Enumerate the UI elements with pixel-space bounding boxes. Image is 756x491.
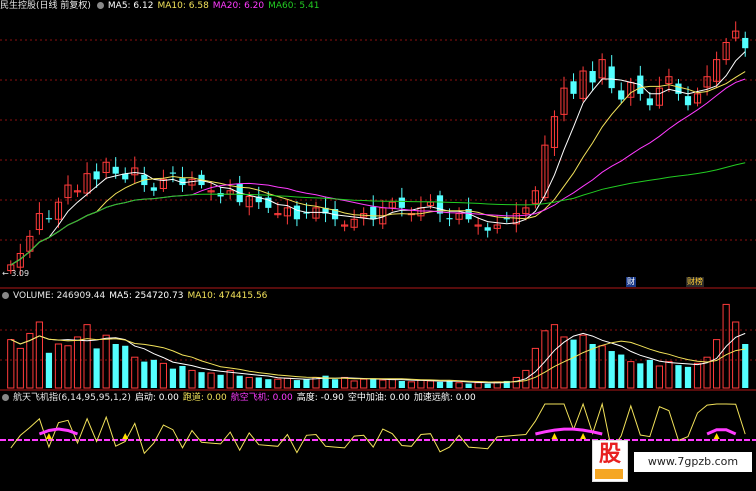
volume-bar xyxy=(370,378,377,388)
candle-body xyxy=(608,66,615,89)
candle-body xyxy=(169,172,177,174)
volume-bar xyxy=(150,359,157,388)
candle-body xyxy=(293,205,301,220)
volume-ma10-value: MA10: 474415.56 xyxy=(187,291,268,301)
watermark-url: www.7gpzb.com xyxy=(634,452,752,472)
volume-bar xyxy=(446,380,453,388)
candle-body xyxy=(589,71,596,83)
candle-body xyxy=(503,218,510,220)
volume-ma5-value: MA5: 254720.73 xyxy=(109,291,184,301)
event-tag-finance[interactable]: 财 xyxy=(626,277,636,287)
volume-bar xyxy=(646,359,653,388)
candle-body xyxy=(398,197,405,208)
volume-bar xyxy=(169,368,177,388)
stock-chart-window[interactable]: 民生控股(日线 前复权) MA5: 6.12 MA10: 6.58 MA20: 6.2… xyxy=(0,0,756,487)
settings-dot-icon[interactable] xyxy=(2,394,9,401)
settings-dot-icon[interactable] xyxy=(96,2,104,9)
settings-dot-icon[interactable] xyxy=(2,292,9,299)
volume-bar xyxy=(684,366,692,388)
volume-bar xyxy=(742,344,749,388)
volume-bar xyxy=(236,375,243,388)
main-panel-header: 民生控股(日线 前复权) MA5: 6.12 MA10: 6.58 MA20: 6.2… xyxy=(0,0,323,12)
candle-body xyxy=(484,227,491,231)
volume-bar xyxy=(198,372,205,388)
indicator-accel: 加速远航: 0.00 xyxy=(413,393,476,403)
volume-bar xyxy=(112,344,119,388)
indicator-refuel: 空中加油: 0.00 xyxy=(347,393,410,403)
volume-bar xyxy=(589,344,596,388)
candle-body xyxy=(370,206,377,220)
indicator-start: 启动: 0.00 xyxy=(134,393,179,403)
candle-body xyxy=(112,166,119,174)
event-tag-finance-list[interactable]: 财榜 xyxy=(686,277,704,287)
candle-body xyxy=(742,37,749,49)
volume-bar xyxy=(331,379,339,388)
volume-bar xyxy=(675,365,682,388)
volume-bar xyxy=(398,380,405,388)
indicator-height: 高度: -0.90 xyxy=(296,393,344,403)
volume-bar xyxy=(570,339,577,388)
ma20-value: MA20: 6.20 xyxy=(212,1,265,11)
candle-body xyxy=(446,218,453,220)
volume-bar xyxy=(141,361,148,388)
indicator-panel-header: 航天飞机指(6,14,95,95,1,2) 启动: 0.00 跑道: 0.00 航空飞… xyxy=(0,392,480,404)
ma5-value: MA5: 6.12 xyxy=(107,1,154,11)
indicator-plane: 航空飞机: 0.00 xyxy=(230,393,293,403)
volume-bar xyxy=(637,363,644,388)
ma60-value: MA60: 5.41 xyxy=(268,1,320,11)
volume-bar xyxy=(179,366,186,388)
volume-bar xyxy=(608,351,615,388)
volume-bar xyxy=(484,383,491,388)
volume-bar xyxy=(255,377,262,388)
watermark-logo-badge xyxy=(595,469,623,479)
volume-bar xyxy=(45,352,53,388)
candle-body xyxy=(93,171,100,180)
volume-bar xyxy=(293,380,301,388)
watermark-logo: 股 xyxy=(592,440,628,482)
indicator-runway: 跑道: 0.00 xyxy=(182,393,227,403)
volume-value: VOLUME: 246909.44 xyxy=(13,291,106,301)
volume-bar xyxy=(465,383,472,388)
indicator-name[interactable]: 航天飞机指(6,14,95,95,1,2) xyxy=(13,393,131,403)
candle-body xyxy=(150,187,157,191)
volume-bar xyxy=(93,348,100,388)
candle-body xyxy=(217,193,224,197)
volume-bar xyxy=(303,379,310,388)
volume-panel-header: VOLUME: 246909.44 MA5: 254720.73 MA10: 474… xyxy=(0,290,271,302)
chart-background xyxy=(0,0,756,487)
stock-title[interactable]: 民生控股(日线 前复权) xyxy=(0,1,91,11)
ma10-value: MA10: 6.58 xyxy=(157,1,209,11)
candle-body xyxy=(570,81,577,94)
chart-canvas[interactable] xyxy=(0,0,756,487)
candle-body xyxy=(45,218,53,220)
candle-body xyxy=(618,90,625,100)
volume-bar xyxy=(436,381,444,388)
watermark-logo-text: 股 xyxy=(598,442,621,467)
volume-bar xyxy=(122,345,129,388)
candle-body xyxy=(684,96,692,106)
candle-body xyxy=(646,98,653,106)
volume-bar xyxy=(618,354,625,388)
price-low-label: ← 3.09 xyxy=(2,269,30,278)
volume-bar xyxy=(217,374,224,388)
volume-bar xyxy=(265,379,272,388)
